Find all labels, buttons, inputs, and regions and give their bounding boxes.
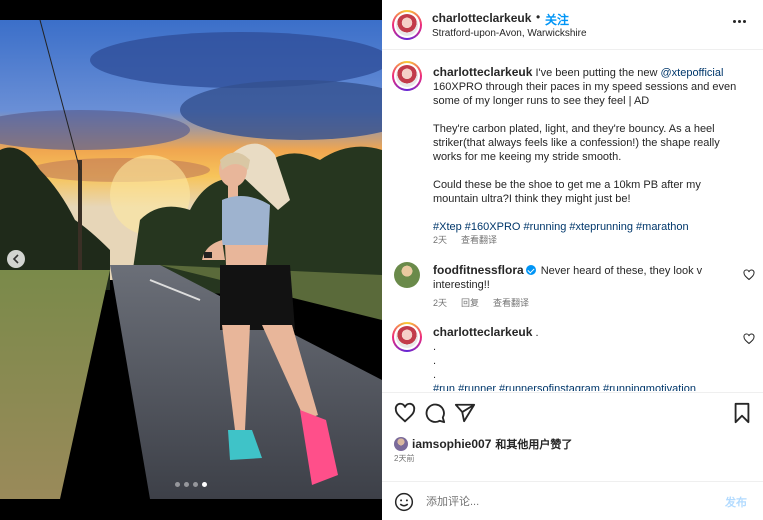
- comment-item: foodfitnessflora Never heard of these, t…: [433, 263, 743, 292]
- commenter-username[interactable]: charlotteclarkeuk: [433, 325, 532, 339]
- caption-hashtags[interactable]: #Xtep #160XPRO #running #xteprunning #ma…: [433, 220, 743, 234]
- separator-dot: •: [536, 10, 541, 24]
- liker-avatar: [394, 437, 408, 451]
- comment-icon[interactable]: [424, 402, 446, 424]
- comment-meta: 2天 回复 查看翻译: [433, 296, 529, 309]
- caption-author-avatar[interactable]: [392, 61, 422, 91]
- comment-hashtags[interactable]: #run #runner #runnersofinstagram #runnin…: [433, 382, 743, 391]
- post-location[interactable]: Stratford-upon-Avon, Warwickshire: [432, 28, 587, 39]
- comment-input[interactable]: [426, 492, 696, 512]
- running-photo-illustration: [0, 20, 382, 499]
- comment-dot-line: .: [433, 369, 437, 381]
- caption-username[interactable]: charlotteclarkeuk: [433, 65, 532, 79]
- heart-icon[interactable]: [394, 402, 416, 424]
- verified-icon: [525, 265, 536, 275]
- commenter-username[interactable]: foodfitnessflora: [433, 263, 524, 277]
- heart-icon[interactable]: [743, 333, 755, 345]
- bookmark-icon[interactable]: [731, 402, 753, 424]
- follow-button[interactable]: 关注: [545, 11, 569, 28]
- post-details-panel: charlotteclarkeuk • 关注 Stratford-upon-Av…: [382, 0, 763, 520]
- author-avatar[interactable]: [392, 10, 422, 40]
- author-username[interactable]: charlotteclarkeuk: [432, 11, 531, 25]
- caption-paragraph: They're carbon plated, light, and they'r…: [433, 123, 720, 163]
- heart-icon[interactable]: [743, 269, 755, 281]
- carousel-dot-active: [202, 482, 207, 487]
- share-icon[interactable]: [454, 402, 476, 424]
- mention-link[interactable]: @xtepofficial: [660, 67, 723, 79]
- post-caption: charlotteclarkeuk I've been putting the …: [433, 65, 743, 234]
- post-header: charlotteclarkeuk • 关注 Stratford-upon-Av…: [382, 0, 763, 50]
- carousel-dot: [184, 482, 189, 487]
- commenter-avatar[interactable]: [394, 262, 420, 288]
- more-icon[interactable]: [733, 16, 751, 26]
- comment-composer: 发布: [382, 481, 763, 520]
- reply-link[interactable]: 回复: [461, 296, 479, 309]
- translate-link[interactable]: 查看翻译: [461, 233, 497, 246]
- post-time[interactable]: 2天前: [394, 453, 414, 464]
- caption-time[interactable]: 2天: [433, 233, 447, 246]
- likes-suffix: 和其他用户赞了: [495, 439, 573, 451]
- caption-meta: 2天 查看翻译: [433, 233, 497, 246]
- caption-paragraph: Could these be the shoe to get me a 10km…: [433, 179, 701, 205]
- comment-text: .: [535, 327, 539, 339]
- post-photo: [0, 20, 382, 499]
- chevron-left-icon: [12, 254, 19, 264]
- emoji-icon[interactable]: [394, 492, 414, 512]
- carousel-dot: [175, 482, 180, 487]
- comment-item: charlotteclarkeuk . . . . #run #runner #…: [433, 325, 743, 391]
- liker-username[interactable]: iamsophie007: [412, 437, 491, 451]
- carousel-dot: [193, 482, 198, 487]
- likes-summary[interactable]: iamsophie007 和其他用户赞了: [394, 436, 572, 452]
- post-media: [0, 0, 382, 520]
- comment-time[interactable]: 2天: [433, 296, 447, 309]
- commenter-avatar[interactable]: [392, 322, 422, 352]
- post-comment-button[interactable]: 发布: [725, 494, 747, 510]
- carousel-prev-button[interactable]: [7, 250, 25, 268]
- comment-dot-line: .: [433, 341, 437, 353]
- comment-dot-line: .: [433, 355, 437, 367]
- post-actions: iamsophie007 和其他用户赞了 2天前: [382, 392, 763, 480]
- carousel-indicator: [0, 482, 382, 487]
- comments-list[interactable]: charlotteclarkeuk I've been putting the …: [382, 51, 763, 391]
- translate-link[interactable]: 查看翻译: [493, 296, 529, 309]
